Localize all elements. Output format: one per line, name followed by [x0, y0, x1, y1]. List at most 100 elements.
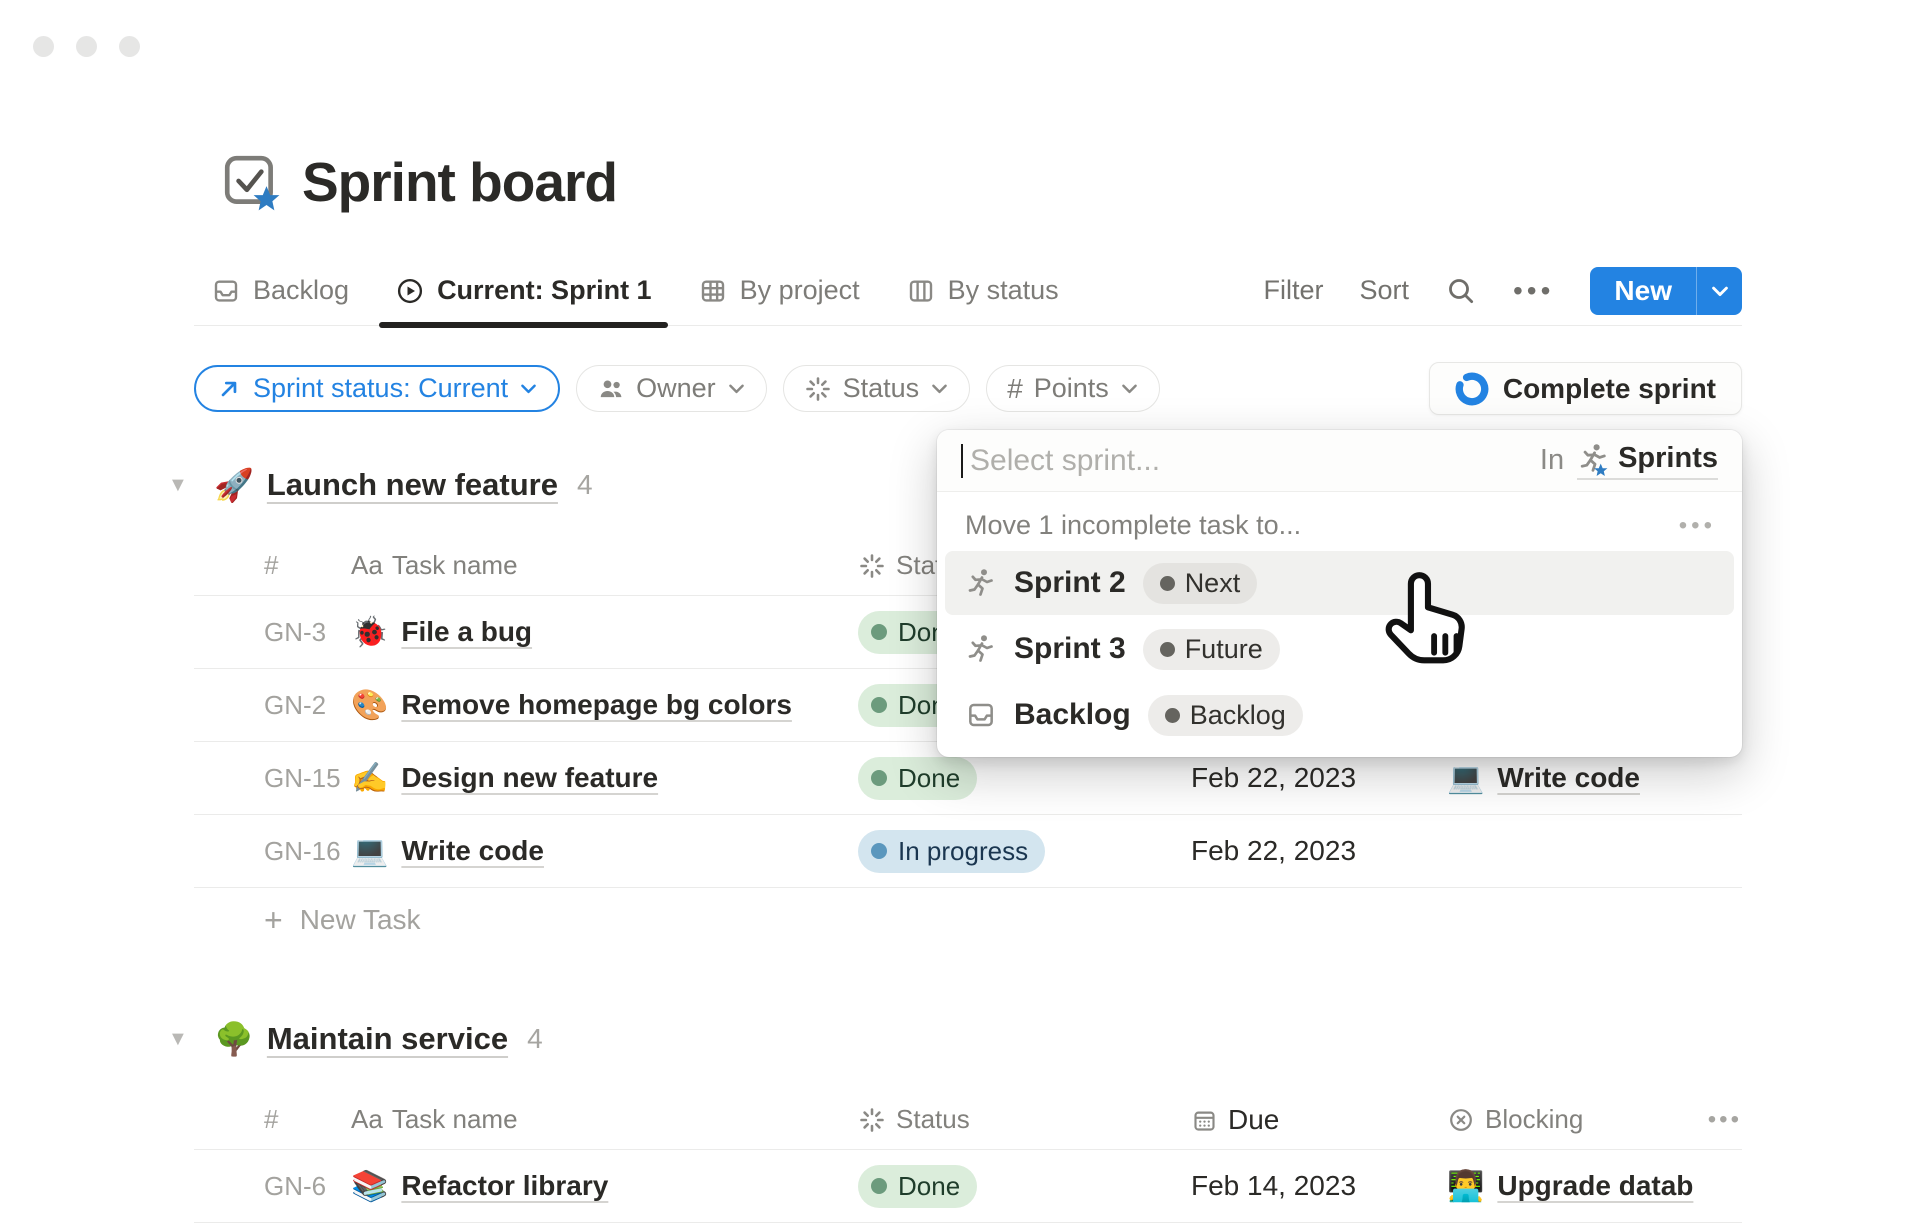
- new-dropdown-toggle[interactable]: [1696, 267, 1742, 315]
- option-backlog[interactable]: Backlog Backlog: [945, 683, 1734, 747]
- table-grid-icon: [698, 276, 728, 306]
- column-header-due[interactable]: Due: [1191, 1104, 1447, 1136]
- column-header-task-name[interactable]: Aa Task name: [351, 550, 858, 581]
- in-label: In: [1540, 444, 1564, 477]
- status-badge[interactable]: Done: [858, 1165, 977, 1208]
- runner-icon: [965, 633, 997, 665]
- chevron-down-icon: [519, 379, 538, 398]
- view-toolbar: Filter Sort ••• New: [1263, 267, 1742, 315]
- filter-bar: Sprint status: Current Owner Status # Po…: [194, 362, 1742, 415]
- view-tab-bar: Backlog Current: Sprint 1 By project By …: [194, 256, 1742, 326]
- sprint-search-input[interactable]: Select sprint...: [970, 444, 1160, 478]
- writing-hand-emoji: ✍️: [351, 761, 388, 796]
- group-maintain-service: ▼ 🌳 Maintain service 4 # Aa Task name St…: [194, 1006, 1742, 1223]
- blocking-cell[interactable]: 👨‍💻 Upgrade datab: [1447, 1169, 1742, 1204]
- collapse-triangle-icon[interactable]: ▼: [168, 1028, 188, 1051]
- more-options-icon[interactable]: •••: [1513, 275, 1554, 307]
- arrow-up-right-icon: [216, 376, 242, 402]
- text-caret: [961, 444, 963, 478]
- chevron-down-icon: [1120, 379, 1139, 398]
- window-dot[interactable]: [119, 36, 140, 57]
- bug-emoji: 🐞: [351, 615, 388, 650]
- spinner-icon: [858, 1106, 886, 1134]
- chip-status[interactable]: Status: [783, 365, 971, 412]
- task-name-link[interactable]: Design new feature: [401, 762, 658, 794]
- window-dot[interactable]: [33, 36, 54, 57]
- due-date[interactable]: Feb 22, 2023: [1191, 762, 1447, 794]
- due-date[interactable]: Feb 22, 2023: [1191, 835, 1447, 867]
- group-title-link[interactable]: Launch new feature: [267, 467, 558, 503]
- search-icon[interactable]: [1445, 275, 1477, 307]
- books-emoji: 📚: [351, 1169, 388, 1204]
- sort-button[interactable]: Sort: [1359, 275, 1409, 306]
- option-sprint-3[interactable]: Sprint 3 Future: [945, 617, 1734, 681]
- task-name-link[interactable]: Refactor library: [401, 1170, 608, 1202]
- task-name-link[interactable]: Write code: [401, 835, 544, 867]
- blocking-task-link[interactable]: Write code: [1497, 762, 1640, 794]
- people-icon: [597, 375, 625, 403]
- page-header: Sprint board: [220, 150, 617, 214]
- tab-current-sprint[interactable]: Current: Sprint 1: [395, 256, 652, 325]
- collapse-triangle-icon[interactable]: ▼: [168, 474, 188, 497]
- group-header: ▼ 🌳 Maintain service 4: [194, 1006, 1742, 1072]
- chip-sprint-status[interactable]: Sprint status: Current: [194, 365, 560, 412]
- task-id: GN-16: [194, 836, 351, 867]
- group-count: 4: [527, 1023, 543, 1055]
- filter-button[interactable]: Filter: [1263, 275, 1323, 306]
- task-name-link[interactable]: File a bug: [401, 616, 532, 648]
- table-more-icon[interactable]: •••: [1692, 1106, 1742, 1134]
- window-dot[interactable]: [76, 36, 97, 57]
- spinner-icon: [804, 375, 832, 403]
- group-title-link[interactable]: Maintain service: [267, 1021, 508, 1057]
- due-date[interactable]: Feb 14, 2023: [1191, 1170, 1447, 1202]
- column-header-task-name[interactable]: Aa Task name: [351, 1104, 858, 1135]
- chevron-down-icon: [930, 379, 949, 398]
- hash-icon: #: [1007, 373, 1023, 405]
- column-header-id[interactable]: #: [194, 550, 351, 581]
- chip-points[interactable]: # Points: [986, 365, 1160, 412]
- table-row[interactable]: GN-16 💻 Write code In progress Feb 22, 2…: [194, 815, 1742, 888]
- task-id: GN-6: [194, 1171, 351, 1202]
- inbox-icon: [965, 699, 997, 731]
- sprint-board-checkbox-icon: [220, 151, 282, 213]
- inbox-icon: [211, 276, 241, 306]
- spinner-icon: [858, 552, 886, 580]
- tab-by-project[interactable]: By project: [698, 256, 860, 325]
- palette-emoji: 🎨: [351, 688, 388, 723]
- blocking-cell[interactable]: 💻 Write code: [1447, 761, 1692, 796]
- table-row[interactable]: GN-6 📚 Refactor library Done Feb 14, 202…: [194, 1150, 1742, 1223]
- popup-section-header: Move 1 incomplete task to... •••: [937, 492, 1742, 549]
- move-tasks-popup: Select sprint... In Sprints Move 1 in: [937, 430, 1742, 757]
- new-task-button[interactable]: + New Task: [194, 888, 1742, 952]
- column-header-status[interactable]: Status: [858, 1104, 1191, 1135]
- popup-more-icon[interactable]: •••: [1679, 512, 1716, 540]
- option-sprint-2[interactable]: Sprint 2 Next: [945, 551, 1734, 615]
- new-button[interactable]: New: [1590, 267, 1696, 315]
- task-id: GN-3: [194, 617, 351, 648]
- tab-by-status[interactable]: By status: [906, 256, 1059, 325]
- status-badge[interactable]: In progress: [858, 830, 1045, 873]
- column-header-id[interactable]: #: [194, 1104, 351, 1135]
- tab-backlog[interactable]: Backlog: [211, 256, 349, 325]
- runner-star-icon: [1577, 442, 1610, 475]
- blocking-task-link[interactable]: Upgrade datab: [1497, 1170, 1693, 1202]
- technologist-emoji: 👨‍💻: [1447, 1169, 1484, 1204]
- calendar-icon: [1191, 1107, 1218, 1134]
- status-badge[interactable]: Done: [858, 757, 977, 800]
- complete-sprint-button[interactable]: Complete sprint: [1429, 362, 1742, 415]
- board-columns-icon: [906, 276, 936, 306]
- group-count: 4: [577, 469, 593, 501]
- tree-emoji: 🌳: [214, 1020, 254, 1058]
- play-circle-icon: [395, 276, 425, 306]
- laptop-emoji: 💻: [351, 834, 388, 869]
- sprint-status-badge: Future: [1143, 629, 1280, 670]
- chevron-down-icon: [727, 379, 746, 398]
- rocket-emoji: 🚀: [214, 466, 254, 504]
- new-button-group: New: [1590, 267, 1742, 315]
- task-name-link[interactable]: Remove homepage bg colors: [401, 689, 792, 721]
- task-id: GN-15: [194, 763, 351, 794]
- column-header-blocking[interactable]: Blocking: [1447, 1104, 1692, 1135]
- sprint-status-badge: Backlog: [1148, 695, 1303, 736]
- chip-owner[interactable]: Owner: [576, 365, 767, 412]
- sprints-scope-link[interactable]: Sprints: [1577, 442, 1718, 480]
